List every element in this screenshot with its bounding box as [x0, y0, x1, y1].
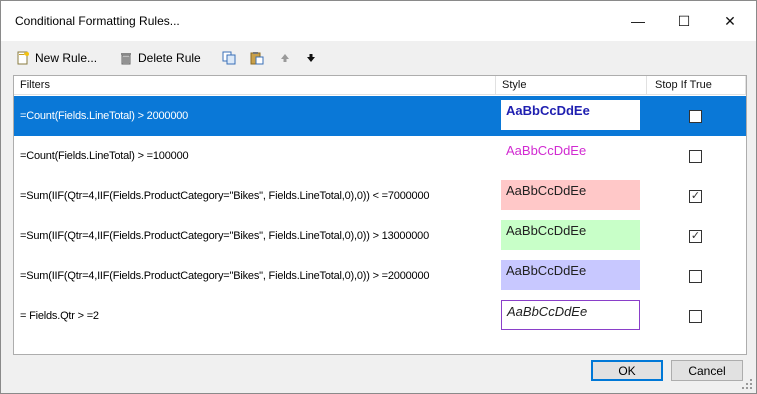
rule-row[interactable]: =Count(Fields.LineTotal) > 2000000 AaBbCc…	[14, 96, 746, 136]
delete-rule-button[interactable]: Delete Rule	[119, 49, 201, 67]
paste-button[interactable]	[250, 49, 264, 67]
delete-rule-icon	[119, 51, 133, 65]
rule-style-preview[interactable]: AaBbCcDdEe	[501, 140, 640, 170]
toolbar: New Rule... Delete Rule	[1, 41, 756, 75]
resize-grip-icon[interactable]	[741, 378, 753, 390]
rule-filter-text: =Count(Fields.LineTotal) > 2000000	[20, 110, 189, 122]
conditional-formatting-dialog: Conditional Formatting Rules... — ☐ ✕ Ne…	[0, 0, 757, 394]
move-up-icon	[278, 51, 292, 65]
column-header-stop-if-true[interactable]: Stop If True	[647, 76, 746, 95]
cancel-button[interactable]: Cancel	[671, 360, 743, 381]
copy-icon	[222, 51, 236, 65]
stop-if-true-checkbox[interactable]	[689, 270, 702, 283]
paste-icon	[250, 51, 264, 65]
rules-grid: Filters Style Stop If True =Count(Fields…	[13, 75, 747, 355]
stop-if-true-checkbox[interactable]	[689, 150, 702, 163]
rule-filter-text: =Sum(IIF(Qtr=4,IIF(Fields.ProductCategor…	[20, 230, 429, 242]
rule-filter-text: = Fields.Qtr > =2	[20, 310, 99, 322]
rule-style-preview[interactable]: AaBbCcDdEe	[501, 180, 640, 210]
new-rule-button[interactable]: New Rule...	[16, 49, 97, 67]
column-header-style[interactable]: Style	[496, 76, 647, 95]
ok-button[interactable]: OK	[591, 360, 663, 381]
move-up-button[interactable]	[278, 49, 292, 67]
rule-filter-text: =Sum(IIF(Qtr=4,IIF(Fields.ProductCategor…	[20, 270, 430, 282]
window-title: Conditional Formatting Rules...	[15, 14, 180, 28]
grid-header: Filters Style Stop If True	[14, 76, 746, 95]
move-down-icon	[304, 51, 318, 65]
column-header-filters[interactable]: Filters	[14, 76, 496, 95]
close-button[interactable]: ✕	[707, 1, 753, 41]
stop-if-true-checkbox[interactable]	[689, 310, 702, 323]
new-rule-icon	[16, 51, 30, 65]
move-down-button[interactable]	[304, 49, 318, 67]
rule-row[interactable]: = Fields.Qtr > =2 AaBbCcDdEe	[14, 296, 746, 336]
minimize-button[interactable]: —	[615, 1, 661, 41]
rule-filter-text: =Count(Fields.LineTotal) > =100000	[20, 150, 189, 162]
title-bar: Conditional Formatting Rules... — ☐ ✕	[1, 1, 756, 41]
maximize-button[interactable]: ☐	[661, 1, 707, 41]
rule-row[interactable]: =Sum(IIF(Qtr=4,IIF(Fields.ProductCategor…	[14, 256, 746, 296]
rule-filter-text: =Sum(IIF(Qtr=4,IIF(Fields.ProductCategor…	[20, 190, 430, 202]
rule-style-preview[interactable]: AaBbCcDdEe	[501, 220, 640, 250]
stop-if-true-checkbox[interactable]: ✓	[689, 230, 702, 243]
rule-row[interactable]: =Sum(IIF(Qtr=4,IIF(Fields.ProductCategor…	[14, 216, 746, 256]
rule-row[interactable]: =Count(Fields.LineTotal) > =100000 AaBbCc…	[14, 136, 746, 176]
rule-style-preview[interactable]: AaBbCcDdEe	[501, 260, 640, 290]
rule-row[interactable]: =Sum(IIF(Qtr=4,IIF(Fields.ProductCategor…	[14, 176, 746, 216]
delete-rule-label: Delete Rule	[138, 51, 201, 65]
stop-if-true-checkbox[interactable]	[689, 110, 702, 123]
rule-style-preview[interactable]: AaBbCcDdEe	[501, 300, 640, 330]
stop-if-true-checkbox[interactable]: ✓	[689, 190, 702, 203]
new-rule-label: New Rule...	[35, 51, 98, 65]
copy-button[interactable]	[222, 49, 236, 67]
rule-style-preview[interactable]: AaBbCcDdEe	[501, 100, 640, 130]
